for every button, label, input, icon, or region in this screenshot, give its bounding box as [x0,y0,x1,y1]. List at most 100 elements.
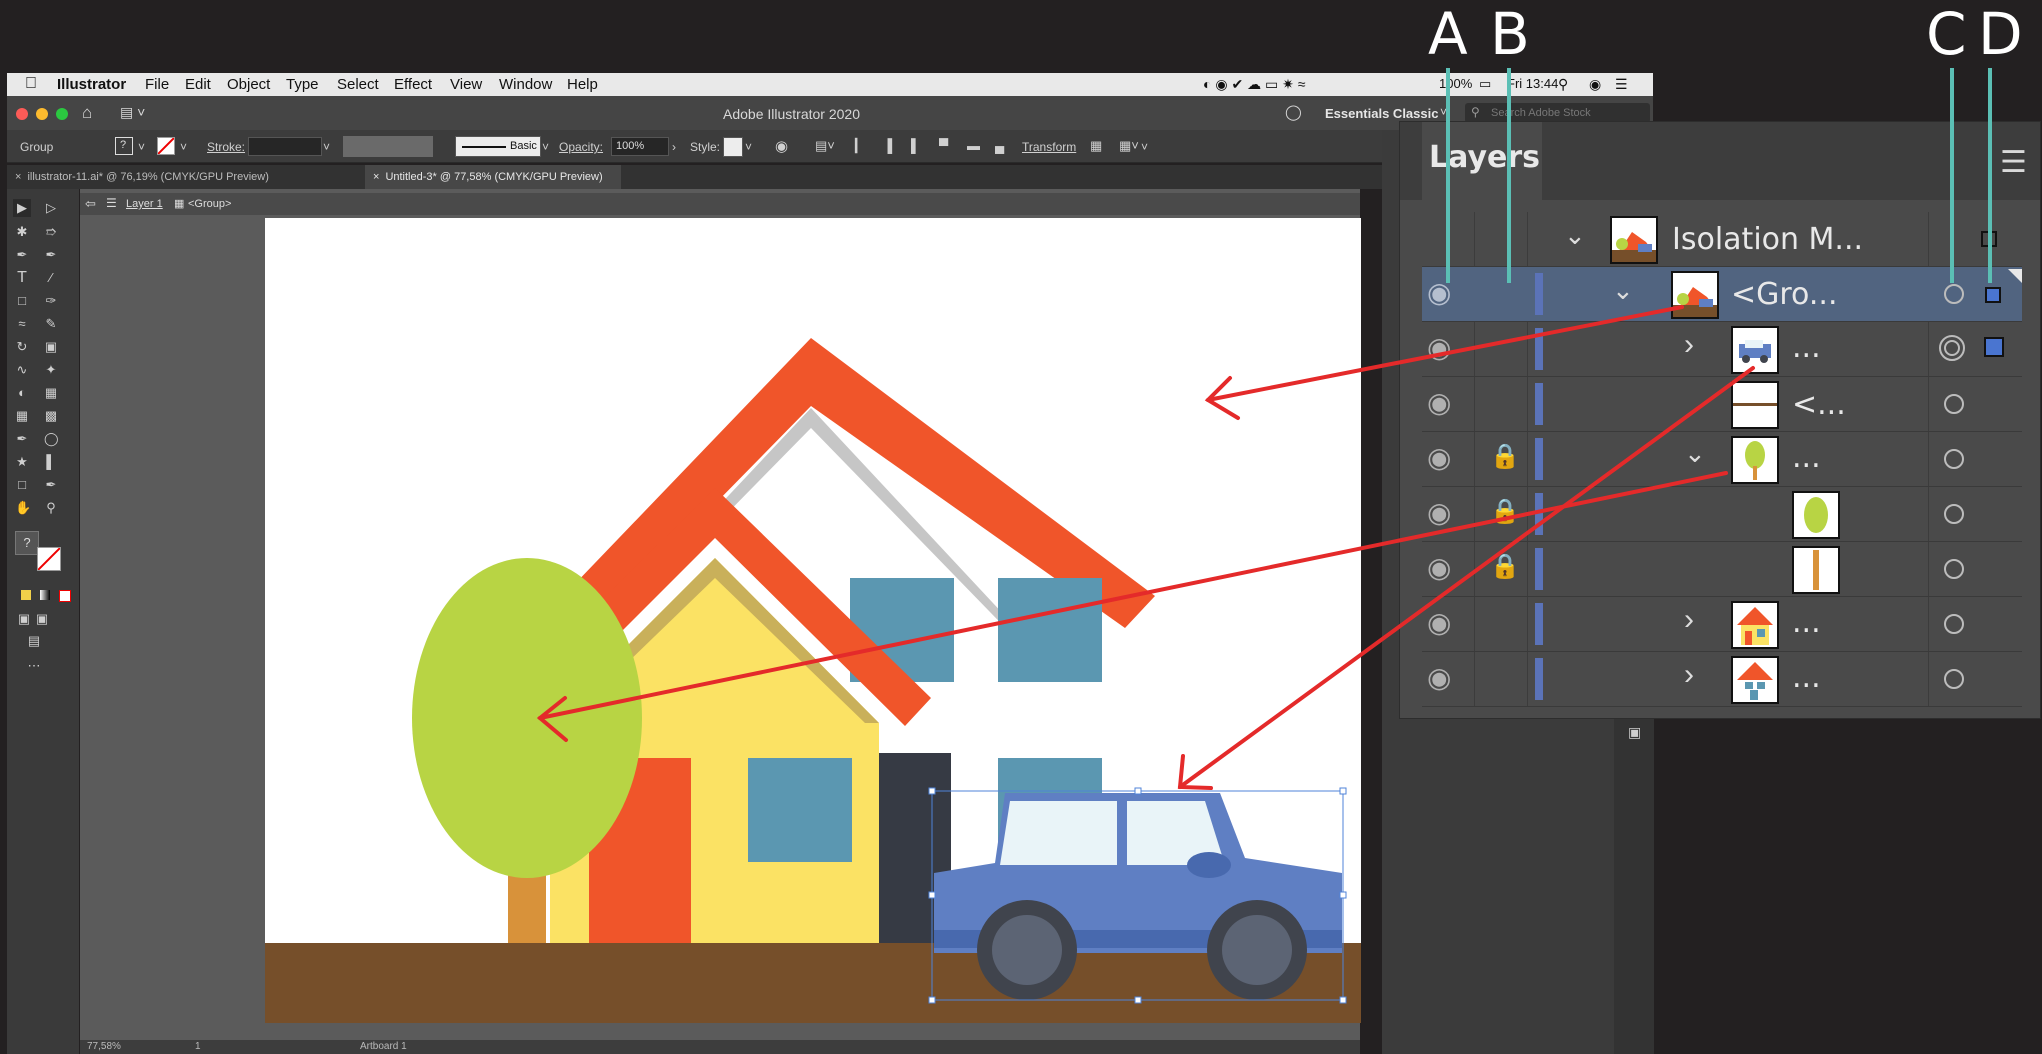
panel-menu-icon[interactable]: ☰ [2000,145,2027,180]
target-circle-icon[interactable] [1944,394,1964,414]
eraser-tool-icon[interactable]: ✎ [44,317,58,331]
rectangle-tool-icon[interactable]: □ [15,294,29,308]
scale-tool-icon[interactable]: ▣ [44,340,58,354]
puppet-warp-tool-icon[interactable]: ✦ [44,363,58,377]
magic-wand-tool-icon[interactable]: ✱ [15,225,29,239]
close-tab-icon[interactable]: × [15,171,21,183]
layer-row-tree-trunk[interactable]: ◉ 🔒 [1422,542,2022,597]
graphic-style-dropdown-icon[interactable]: ˅ [745,140,752,154]
width-tool-icon[interactable]: ∿ [15,363,29,377]
align-to-icon[interactable]: ▤˅ [815,138,835,154]
layer-row-car[interactable]: ◉ › ... [1422,322,2022,377]
line-tool-icon[interactable]: ∕ [44,271,58,285]
puppet-warp-icon[interactable]: ▦˅ [1119,138,1139,154]
zoom-window-button[interactable] [56,108,68,120]
variable-width-profile[interactable] [343,136,433,157]
slice-tool-icon[interactable]: ✒ [44,478,58,492]
target-double-circle-icon[interactable] [1939,335,1965,361]
menu-type[interactable]: Type [286,76,319,93]
selected-art-square-icon[interactable] [1985,287,2001,303]
align-left-icon[interactable]: ▎ [855,138,865,154]
draw-normal-icon[interactable]: ▣ [17,612,31,626]
stock-search-input[interactable]: ⚲ Search Adobe Stock [1465,103,1650,123]
eye-icon[interactable]: ◉ [1427,551,1451,584]
layer-row-house-2[interactable]: ◉ › ... [1422,652,2022,707]
brush-dropdown-icon[interactable]: ˅ [542,140,549,154]
rotate-tool-icon[interactable]: ↻ [15,340,29,354]
menu-edit[interactable]: Edit [185,76,211,93]
target-circle-icon[interactable] [1944,284,1964,304]
target-circle-icon[interactable] [1944,614,1964,634]
fill-swatch[interactable]: ? [115,137,133,155]
mesh-tool-icon[interactable]: ▦ [15,409,29,423]
graphic-style-swatch[interactable] [723,137,743,157]
lock-dimmed-icon[interactable]: 🔒 [1490,552,1520,581]
target-circle-icon[interactable] [1944,504,1964,524]
pen-tool-icon[interactable]: ✒ [15,248,29,262]
workspace-chevron-icon[interactable]: ˅ [1440,105,1447,119]
opacity-arrow-icon[interactable]: › [672,140,676,154]
target-circle-icon[interactable] [1944,669,1964,689]
chevron-down-icon[interactable]: ⌄ [1564,220,1586,251]
layer-name[interactable]: ... [1792,330,1821,365]
blend-tool-icon[interactable]: ◯ [44,432,59,446]
layers-tab[interactable]: Layers [1422,122,1542,200]
draw-behind-icon[interactable]: ▣ [35,612,49,626]
back-arrow-icon[interactable]: ⇦ [85,196,96,212]
artboard-number[interactable]: 1 [195,1041,201,1052]
layer-name[interactable]: <... [1792,387,1846,422]
spotlight-icon[interactable]: ⚲ [1558,76,1568,93]
shape-builder-tool-icon[interactable]: ◐ [15,386,29,400]
eye-icon[interactable]: ◉ [1427,331,1451,364]
breadcrumb-layer[interactable]: Layer 1 [126,198,163,210]
gradient-mode-icon[interactable] [40,590,50,600]
minimize-window-button[interactable] [36,108,48,120]
menu-object[interactable]: Object [227,76,270,93]
layer-row-ground[interactable]: ◉ <... [1422,377,2022,432]
menu-help[interactable]: Help [567,76,598,93]
align-right-icon[interactable]: ▌ [911,138,920,153]
align-middle-icon[interactable]: ▬ [967,138,980,153]
stroke-label[interactable]: Stroke: [207,140,245,154]
battery-icon[interactable]: ▭ [1479,76,1491,92]
menu-select[interactable]: Select [337,76,379,93]
eye-icon[interactable]: ◉ [1427,276,1451,309]
chevron-down-icon[interactable]: ⌄ [1684,438,1706,469]
siri-icon[interactable]: ◉ [1589,76,1601,93]
opacity-input[interactable]: 100% [611,137,669,156]
layer-name[interactable]: <Gro... [1731,277,1838,312]
eye-icon[interactable]: ◉ [1427,606,1451,639]
opacity-label[interactable]: Opacity: [559,140,603,154]
lock-icon[interactable]: 🔒 [1490,442,1520,471]
arrange-documents-icon[interactable]: ▤ ˅ [120,104,145,121]
notification-icon[interactable]: ☰ [1615,76,1628,93]
layer-name[interactable]: Isolation M... [1672,222,1863,257]
app-menu[interactable]: Illustrator [57,76,126,93]
eye-icon[interactable]: ◉ [1427,496,1451,529]
close-tab-icon[interactable]: × [373,171,379,183]
align-top-icon[interactable]: ▀ [939,138,948,153]
breadcrumb-group[interactable]: <Group> [188,198,231,210]
symbol-sprayer-tool-icon[interactable]: ★ [15,455,29,469]
align-center-icon[interactable]: ▐ [883,138,892,153]
stroke-weight-input[interactable] [248,137,322,156]
menu-view[interactable]: View [450,76,482,93]
lock-dimmed-icon[interactable]: 🔒 [1490,497,1520,526]
curvature-tool-icon[interactable]: ✒ [44,248,58,262]
selection-tool-icon[interactable]: ▶ [15,201,29,215]
home-icon[interactable]: ⌂ [82,103,92,123]
menu-window[interactable]: Window [499,76,552,93]
edit-toolbar-icon[interactable]: ⋯ [27,659,41,673]
none-mode-icon[interactable] [59,590,71,602]
eye-icon[interactable]: ◉ [1427,441,1451,474]
tab-illustrator-11[interactable]: × illustrator-11.ai* @ 76,19% (CMYK/GPU P… [11,165,363,189]
brush-definition[interactable]: Basic [455,136,541,157]
lasso-tool-icon[interactable]: ➱ [44,225,58,239]
isolate-object-icon[interactable]: ▦ [1090,138,1102,154]
chevron-right-icon[interactable]: › [1684,603,1694,637]
chevron-right-icon[interactable]: › [1684,658,1694,692]
layer-row-house-1[interactable]: ◉ › ... [1422,597,2022,652]
lightbulb-icon[interactable]: ◯ [1285,103,1302,121]
screen-mode-icon[interactable]: ▤ [27,634,41,648]
stroke-color-dropdown-icon[interactable]: ˅ [180,140,187,154]
